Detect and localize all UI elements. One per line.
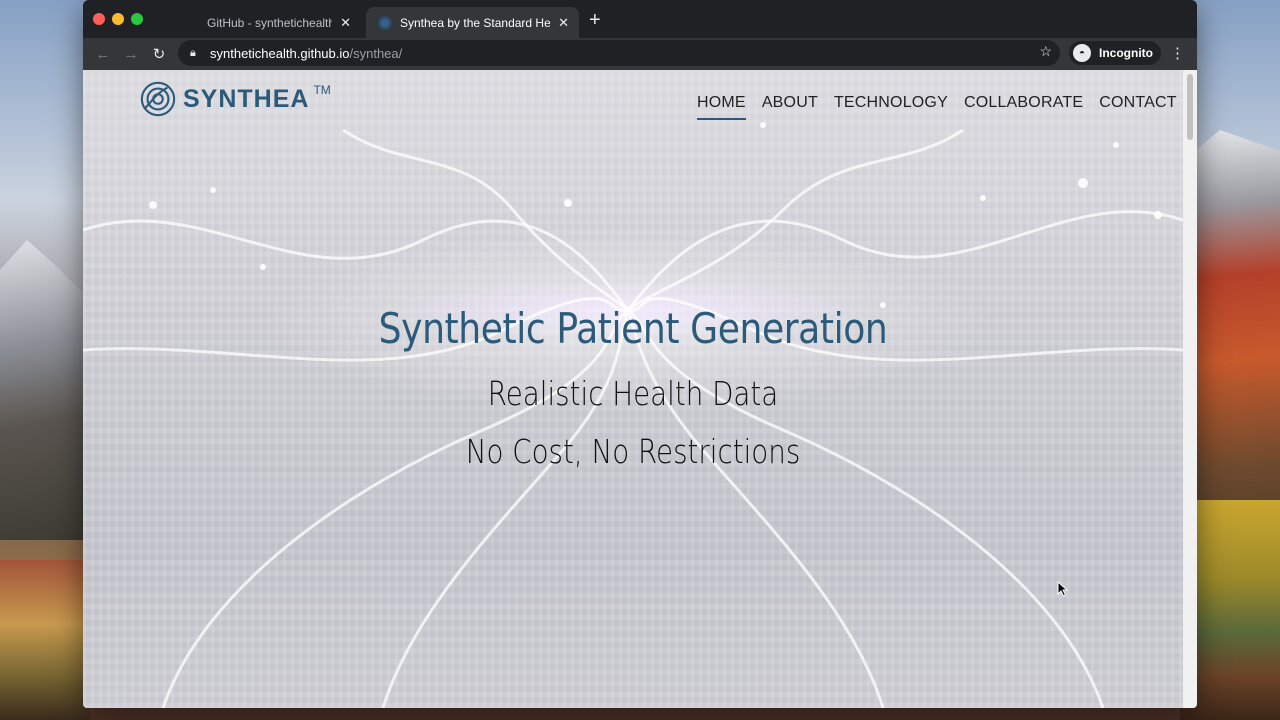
url-path: /synthea/ — [349, 45, 403, 61]
window-zoom-button[interactable] — [131, 13, 143, 25]
hero-headline: Synthetic Patient Generation — [378, 304, 888, 353]
scrollbar-thumb[interactable] — [1187, 74, 1193, 140]
incognito-icon: ◓ — [1073, 44, 1091, 62]
profile-label: Incognito — [1099, 46, 1153, 60]
lock-icon: 🔒︎ — [190, 46, 196, 59]
synthea-favicon-icon — [378, 15, 392, 30]
tab-strip: GitHub - synthetichealth/synthea ✕ Synth… — [83, 0, 1197, 38]
page-viewport: SYNTHEA TM HOME ABOUT TECHNOLOGY COLLABO… — [83, 70, 1183, 708]
page-scrollbar[interactable] — [1183, 70, 1197, 708]
github-favicon-icon — [183, 14, 199, 31]
hero-section: Synthetic Patient Generation Realistic H… — [83, 70, 1183, 708]
close-icon[interactable]: ✕ — [558, 15, 569, 31]
hero-subtitle-2: No Cost, No Restrictions — [465, 432, 801, 471]
tab-synthea[interactable]: Synthea by the Standard Health Record ✕ — [366, 7, 579, 38]
address-bar[interactable]: 🔒︎ synthetichealth.github.io/synthea/ ☆ — [178, 40, 1060, 66]
browser-toolbar: ← → ↻ 🔒︎ synthetichealth.github.io/synth… — [83, 38, 1197, 70]
window-close-button[interactable] — [93, 13, 105, 25]
browser-window: GitHub - synthetichealth/synthea ✕ Synth… — [83, 0, 1197, 708]
star-icon[interactable]: ☆ — [1039, 43, 1052, 60]
close-icon[interactable]: ✕ — [340, 15, 351, 31]
desktop-mountain-left — [0, 240, 90, 540]
desktop-field-left — [0, 560, 90, 720]
mouse-pointer-icon — [1057, 581, 1069, 597]
reload-icon[interactable]: ↻ — [145, 45, 173, 63]
tab-title: GitHub - synthetichealth/synthea — [207, 15, 333, 30]
url-host: synthetichealth.github.io — [210, 45, 350, 61]
tab-github[interactable]: GitHub - synthetichealth/synthea ✕ — [171, 7, 361, 38]
profile-incognito-button[interactable]: ◓ Incognito — [1069, 41, 1161, 65]
plus-icon[interactable]: + — [589, 9, 601, 32]
arrow-left-icon[interactable]: ← — [89, 46, 117, 63]
window-minimize-button[interactable] — [112, 13, 124, 25]
kebab-menu-icon[interactable]: ⋮ — [1170, 44, 1185, 62]
tab-title: Synthea by the Standard Health Record — [400, 15, 551, 30]
hero-subtitle-1: Realistic Health Data — [487, 374, 779, 413]
arrow-right-icon[interactable]: → — [117, 46, 145, 63]
